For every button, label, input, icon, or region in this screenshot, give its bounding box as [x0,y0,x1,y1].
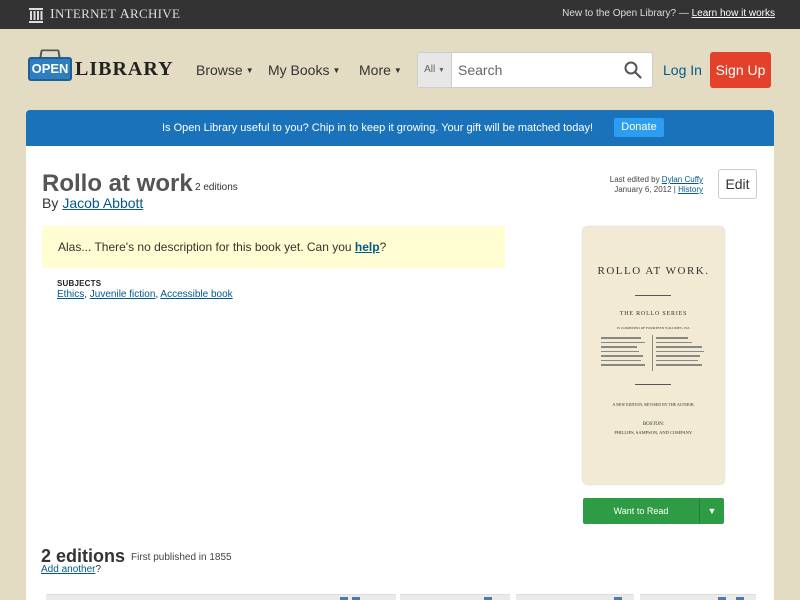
subjects-list: Ethics, Juvenile fiction, Accessible boo… [57,289,233,300]
subjects-section: SUBJECTS Ethics, Juvenile fiction, Acces… [57,279,233,300]
cover-edition: A NEW EDITION, REVISED BY THE AUTHOR. [612,402,695,407]
donate-message: Is Open Library useful to you? Chip in t… [162,122,594,134]
add-another-edition: Add another? [41,564,102,575]
reading-list-dropdown[interactable]: ▼ [699,498,724,524]
site-header: OPEN LIBRARY Browse ▼ My Books ▼ More ▼ All… [0,29,800,109]
cover-publisher: PHILLIPS, SAMPSON, AND COMPANY. [614,430,693,435]
edit-button[interactable]: Edit [718,169,757,199]
history-link[interactable]: History [678,185,703,194]
cover-series-sub: IS COMPOSED OF FOURTEEN VOLUMES, VIZ. [616,326,691,330]
search-icon[interactable] [624,61,642,79]
logo-library-text: LIBRARY [75,58,174,80]
editions-count: 2 editions [195,182,238,193]
last-editor-link[interactable]: Dylan Cuffy [662,175,703,184]
caret-down-icon: ▼ [707,506,717,516]
login-link[interactable]: Log In [663,62,702,78]
no-description-notice: Alas... There's no description for this … [42,226,505,268]
internet-archive-logo[interactable]: INTERNET ARCHIVE [28,6,180,23]
help-link[interactable]: help [355,240,380,254]
caret-down-icon: ▼ [332,66,341,75]
internet-archive-name: INTERNET ARCHIVE [50,6,181,22]
book-title: Rollo at work [42,170,193,197]
nav-my-books[interactable]: My Books ▼ [268,62,340,78]
nav-browse[interactable]: Browse ▼ [196,62,254,78]
learn-how-it-works-link[interactable]: Learn how it works [692,8,775,19]
cover-title: ROLLO AT WORK. [597,265,710,277]
cover-volume-list-left [601,337,651,369]
caret-down-icon: ▼ [245,66,254,75]
editions-table-header [640,594,756,600]
cover-series: THE ROLLO SERIES [619,311,688,317]
want-to-read-label[interactable]: Want to Read [583,498,699,524]
donate-button[interactable]: Donate [614,118,664,137]
first-published: First published in 1855 [131,552,232,563]
cover-city: BOSTON: [642,422,665,427]
signup-button[interactable]: Sign Up [710,52,771,88]
donate-banner: Is Open Library useful to you? Chip in t… [26,110,774,146]
want-to-read-button: Want to Read ▼ [583,498,724,524]
search-input[interactable] [452,53,616,87]
search-category-select[interactable]: All ▼ [418,53,452,87]
book-cover-image[interactable]: ROLLO AT WORK. THE ROLLO SERIES IS COMPO… [583,227,724,484]
nav-my-books-label: My Books [268,62,330,78]
add-another-link[interactable]: Add another [41,564,96,575]
archive-building-icon [29,7,43,23]
search-bar: All ▼ [417,52,653,88]
nav-browse-label: Browse [196,62,243,78]
open-library-logo[interactable]: OPEN LIBRARY [28,49,173,89]
internet-archive-bar: INTERNET ARCHIVE New to the Open Library… [0,0,800,29]
editions-table-header [516,594,634,600]
nav-more-label: More [359,62,391,78]
author-link[interactable]: Jacob Abbott [62,195,143,211]
main-content: Rollo at work 2 editions By Jacob Abbott … [26,146,774,600]
new-to-ol-text: New to the Open Library? — Learn how it … [562,8,775,19]
subject-link-juvenile-fiction[interactable]: Juvenile fiction [90,289,156,300]
logo-open-sign: OPEN [28,57,72,81]
cover-divider [652,335,653,371]
book-byline: By Jacob Abbott [42,195,144,211]
subjects-label: SUBJECTS [57,279,102,288]
editions-table-header [46,594,396,600]
caret-down-icon: ▼ [437,67,445,74]
nav-more[interactable]: More ▼ [359,62,402,78]
cover-rule [635,384,671,385]
cover-rule [635,295,671,296]
caret-down-icon: ▼ [393,66,402,75]
last-edited-info: Last edited by Dylan Cuffy January 6, 20… [609,175,703,194]
subject-link-ethics[interactable]: Ethics [57,289,84,300]
subject-link-accessible-book[interactable]: Accessible book [160,289,232,300]
editions-table-header [400,594,510,600]
cover-volume-list-right [656,337,706,369]
